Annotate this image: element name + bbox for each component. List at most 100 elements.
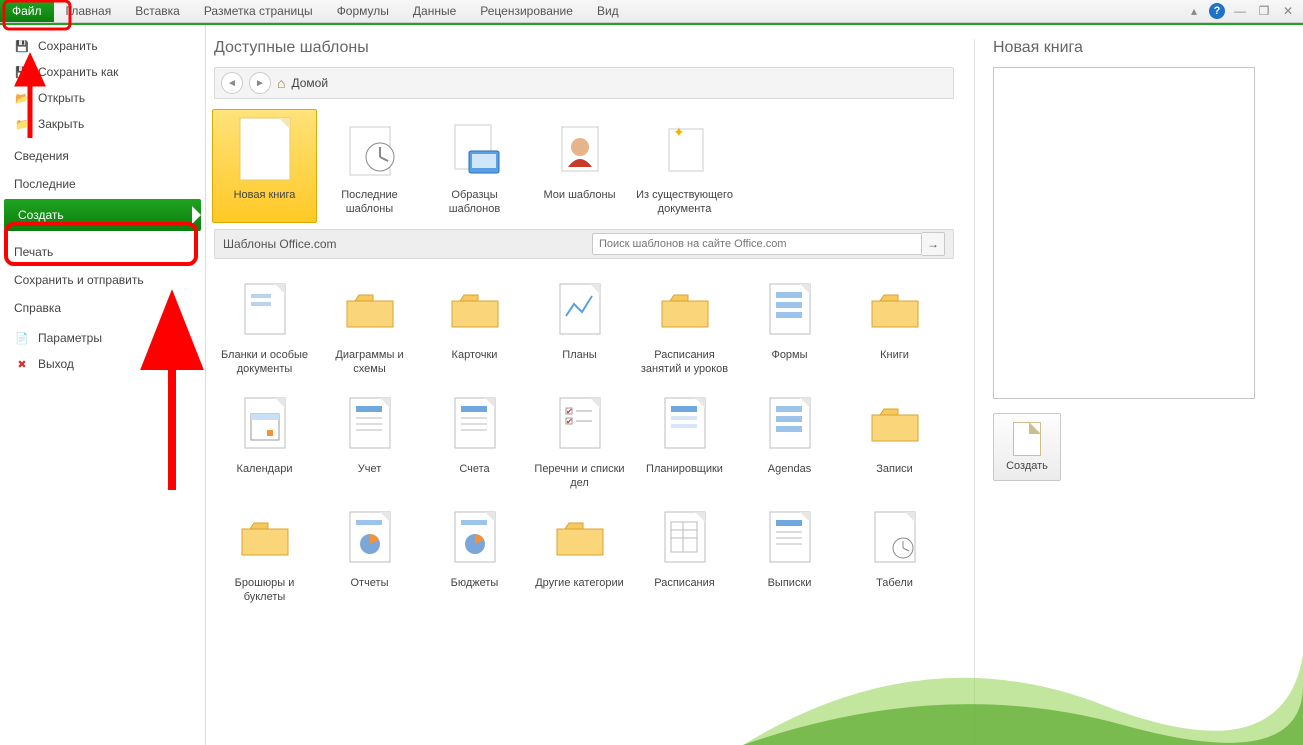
- category-icon: [545, 274, 615, 344]
- category-icon: [755, 388, 825, 458]
- window-restore-icon[interactable]: ❐: [1255, 2, 1273, 20]
- category-item[interactable]: Табели: [842, 497, 947, 611]
- template-my[interactable]: Мои шаблоны: [527, 109, 632, 223]
- category-label: Брошюры и буклеты: [213, 576, 316, 604]
- category-item[interactable]: Формы: [737, 269, 842, 383]
- category-icon: [230, 388, 300, 458]
- category-item[interactable]: ✔✔Перечни и списки дел: [527, 383, 632, 497]
- category-icon: [440, 388, 510, 458]
- category-item[interactable]: Календари: [212, 383, 317, 497]
- templates-top: Новая книга Последние шаблоны Образцы ша…: [212, 109, 954, 223]
- saveas-icon: 💾: [14, 64, 30, 80]
- ribbon: Файл Главная Вставка Разметка страницы Ф…: [0, 0, 1303, 23]
- create-label: Создать: [1006, 460, 1048, 472]
- category-item[interactable]: Диаграммы и схемы: [317, 269, 422, 383]
- category-label: Календари: [213, 462, 316, 490]
- category-label: Другие категории: [528, 576, 631, 604]
- category-item[interactable]: Бюджеты: [422, 497, 527, 611]
- search-go-button[interactable]: →: [922, 232, 945, 256]
- sidebar-label: Открыть: [38, 91, 85, 105]
- template-from-existing[interactable]: ✦ Из существую­щего документа: [632, 109, 737, 223]
- category-label: Записи: [843, 462, 946, 490]
- open-icon: 📂: [14, 90, 30, 106]
- category-item[interactable]: Другие категории: [527, 497, 632, 611]
- sidebar-label: Закрыть: [38, 117, 84, 131]
- category-label: Формы: [738, 348, 841, 376]
- sidebar-exit[interactable]: ✖ Выход: [0, 351, 205, 377]
- category-icon: [860, 274, 930, 344]
- category-item[interactable]: Брошюры и буклеты: [212, 497, 317, 611]
- create-button[interactable]: Создать: [993, 413, 1061, 481]
- office-templates-bar: Шаблоны Office.com →: [214, 229, 954, 259]
- category-icon: [335, 502, 405, 572]
- search-input[interactable]: [592, 233, 922, 255]
- category-item[interactable]: Планировщики: [632, 383, 737, 497]
- ribbon-tab-data[interactable]: Данные: [401, 0, 468, 22]
- template-recent[interactable]: Последние шаблоны: [317, 109, 422, 223]
- category-label: Диаграммы и схемы: [318, 348, 421, 376]
- ribbon-tab-view[interactable]: Вид: [585, 0, 631, 22]
- breadcrumb-label: Домой: [291, 76, 328, 90]
- options-icon: 📄: [14, 330, 30, 346]
- window-minimize-icon[interactable]: —: [1231, 2, 1249, 20]
- sidebar-saveas[interactable]: 💾 Сохранить как: [0, 59, 205, 85]
- template-label: Мои шаблоны: [528, 188, 631, 216]
- ribbon-tab-pagelayout[interactable]: Разметка страницы: [192, 0, 325, 22]
- ribbon-tab-insert[interactable]: Вставка: [123, 0, 192, 22]
- ribbon-tab-home[interactable]: Главная: [54, 0, 124, 22]
- help-icon[interactable]: ?: [1209, 3, 1225, 19]
- template-samples[interactable]: Образцы шаблонов: [422, 109, 527, 223]
- category-label: Счета: [423, 462, 526, 490]
- category-item[interactable]: Книги: [842, 269, 947, 383]
- sidebar-print[interactable]: Печать: [0, 233, 205, 261]
- ribbon-tab-formulas[interactable]: Формулы: [325, 0, 401, 22]
- window-close-icon[interactable]: ✕: [1279, 2, 1297, 20]
- sidebar-label: Параметры: [38, 331, 102, 345]
- sidebar-recent[interactable]: Последние: [0, 165, 205, 193]
- sidebar-label: Выход: [38, 357, 74, 371]
- sidebar-share[interactable]: Сохранить и отправить: [0, 261, 205, 289]
- sidebar-save[interactable]: 💾 Сохранить: [0, 33, 205, 59]
- ribbon-tab-review[interactable]: Рецензирование: [468, 0, 585, 22]
- category-label: Бланки и особые документы: [213, 348, 316, 376]
- svg-text:✔: ✔: [566, 407, 573, 416]
- template-new-workbook[interactable]: Новая книга: [212, 109, 317, 223]
- page-title: Доступные шаблоны: [214, 39, 954, 57]
- category-label: Бюджеты: [423, 576, 526, 604]
- category-label: Отчеты: [318, 576, 421, 604]
- category-item[interactable]: Расписания: [632, 497, 737, 611]
- ribbon-tab-file[interactable]: Файл: [0, 0, 54, 22]
- category-item[interactable]: Расписания занятий и уроков: [632, 269, 737, 383]
- categories-row-1: Бланки и особые документыДиаграммы и схе…: [212, 269, 954, 383]
- category-label: Учет: [318, 462, 421, 490]
- category-icon: [860, 388, 930, 458]
- template-label: Из существую­щего документа: [633, 188, 736, 216]
- nav-forward-button[interactable]: ►: [249, 72, 271, 94]
- category-item[interactable]: Планы: [527, 269, 632, 383]
- sidebar-open[interactable]: 📂 Открыть: [0, 85, 205, 111]
- categories-row-2: КалендариУчетСчета✔✔Перечни и списки дел…: [212, 383, 954, 497]
- home-icon[interactable]: ⌂: [277, 75, 285, 91]
- sidebar-help[interactable]: Справка: [0, 289, 205, 317]
- category-icon: [755, 502, 825, 572]
- category-item[interactable]: Карточки: [422, 269, 527, 383]
- sidebar-close[interactable]: 📁 Закрыть: [0, 111, 205, 137]
- category-icon: [440, 502, 510, 572]
- ribbon-minimize-icon[interactable]: ▴: [1185, 2, 1203, 20]
- category-item[interactable]: Agendas: [737, 383, 842, 497]
- sidebar-new[interactable]: Создать: [4, 199, 201, 231]
- backstage-sidebar: 💾 Сохранить 💾 Сохранить как 📂 Открыть 📁 …: [0, 25, 206, 745]
- category-icon: [440, 274, 510, 344]
- save-icon: 💾: [14, 38, 30, 54]
- category-item[interactable]: Учет: [317, 383, 422, 497]
- nav-back-button[interactable]: ◄: [221, 72, 243, 94]
- category-item[interactable]: Отчеты: [317, 497, 422, 611]
- category-icon: [230, 274, 300, 344]
- category-item[interactable]: Выписки: [737, 497, 842, 611]
- category-item[interactable]: Счета: [422, 383, 527, 497]
- sidebar-info[interactable]: Сведения: [0, 137, 205, 165]
- sidebar-options[interactable]: 📄 Параметры: [0, 325, 205, 351]
- category-item[interactable]: Записи: [842, 383, 947, 497]
- categories-row-3: Брошюры и буклетыОтчетыБюджетыДругие кат…: [212, 497, 954, 611]
- category-item[interactable]: Бланки и особые документы: [212, 269, 317, 383]
